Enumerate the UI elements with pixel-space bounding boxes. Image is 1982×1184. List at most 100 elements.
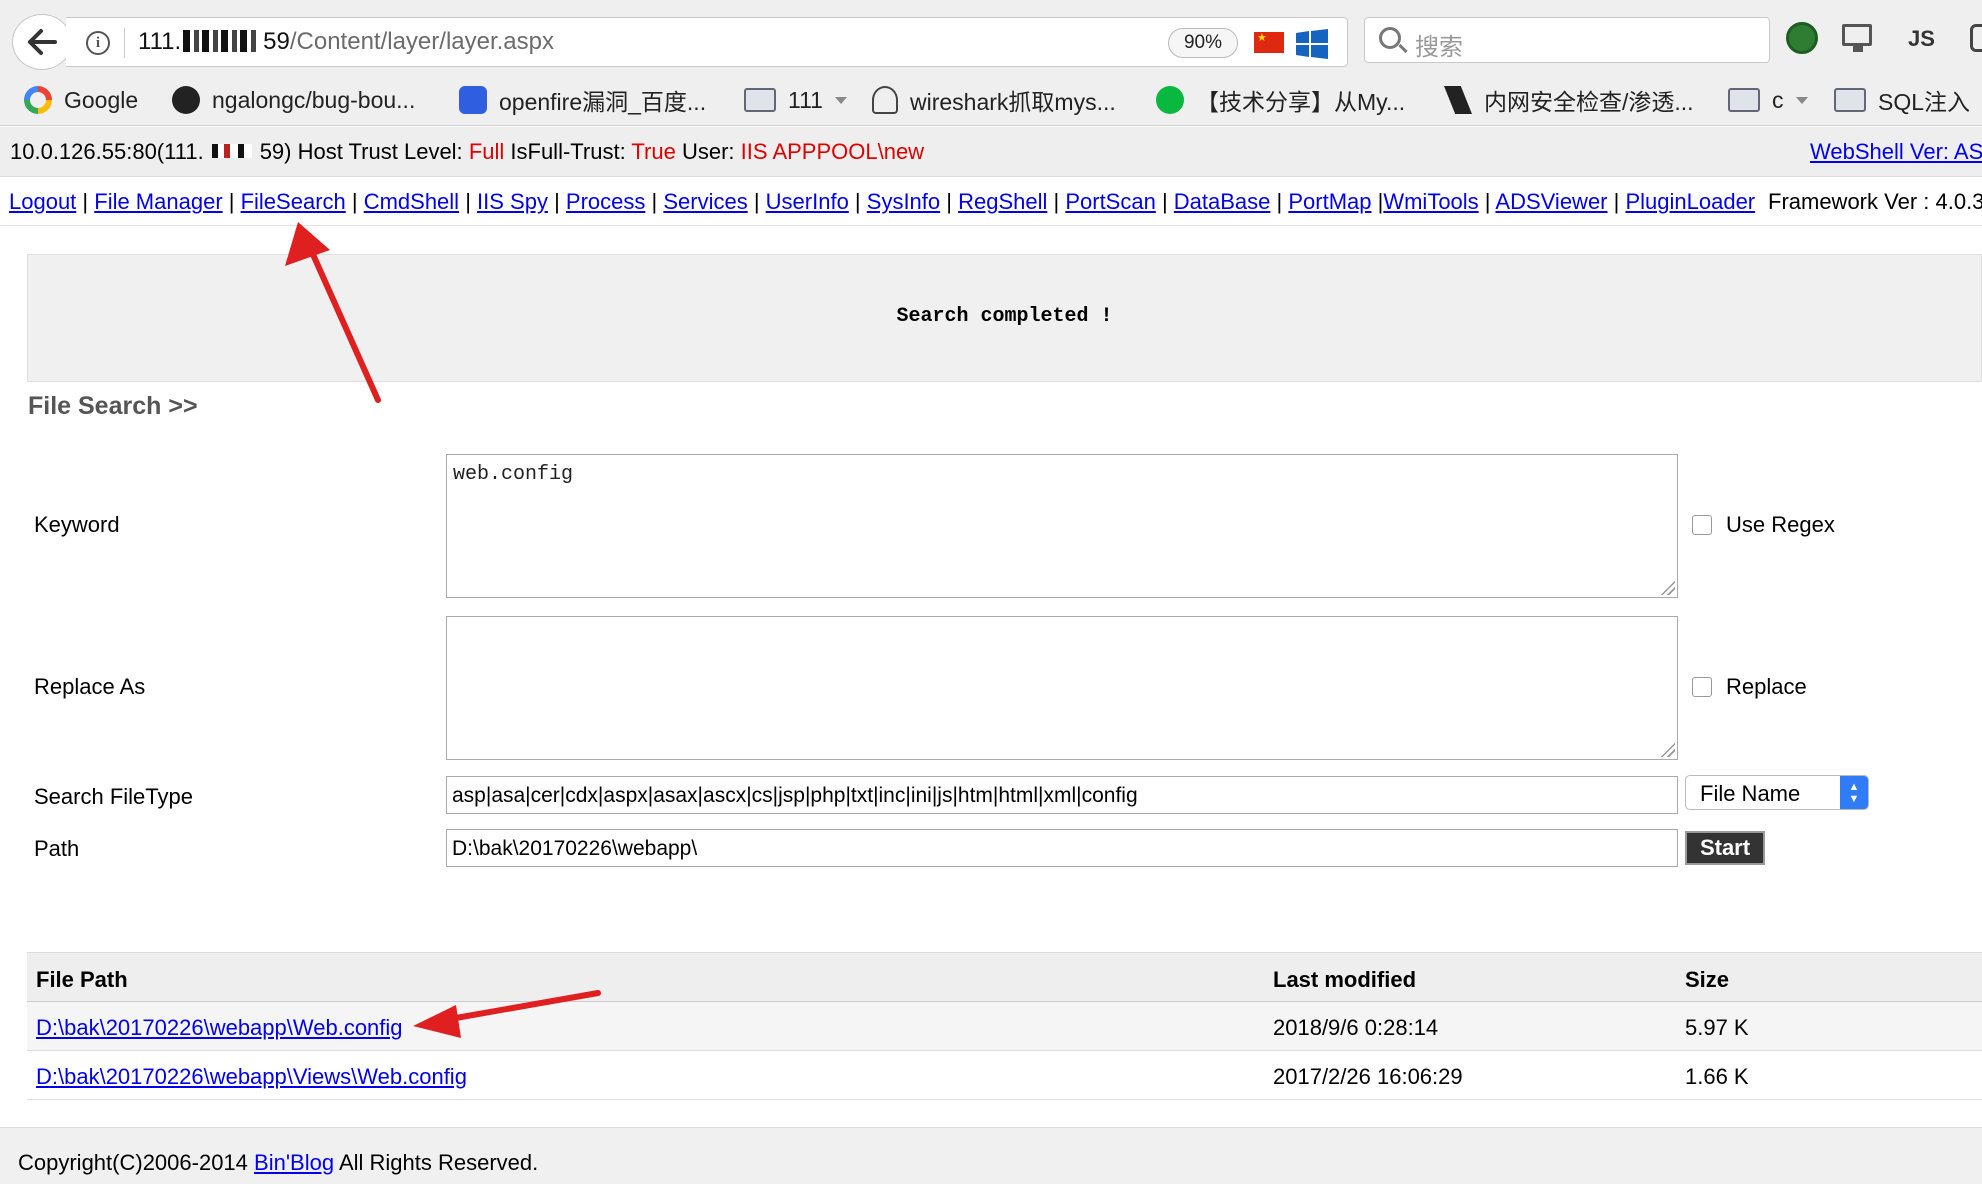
menu-sysinfo[interactable]: SysInfo (867, 189, 940, 214)
menu-cmdshell[interactable]: CmdShell (364, 189, 459, 214)
url-text[interactable]: 111. 59/Content/layer/layer.aspx (138, 28, 554, 56)
bookmark-label: openfire漏洞_百度... (499, 89, 707, 115)
filetype-label: Search FileType (34, 784, 193, 809)
url-path: /Content/layer/layer.aspx (289, 28, 554, 55)
trust-level-value: Full (468, 139, 505, 164)
address-bar[interactable]: i 111.59/Content/layer/layer.aspx 90% ↻ (66, 17, 1387, 67)
section-title: File Search >> (28, 392, 198, 420)
search-placeholder: 搜索 (1415, 34, 1463, 61)
menu-userinfo[interactable]: UserInfo (766, 189, 849, 214)
menu-pluginloader[interactable]: PluginLoader (1625, 189, 1755, 214)
folder-icon (1728, 88, 1760, 112)
bookmark-folder-111[interactable]: 111 (744, 82, 847, 118)
path-value: D:\bak\20170226\webapp\ (452, 837, 698, 860)
windows-icon[interactable] (1296, 29, 1328, 59)
match-mode-value: File Name (1700, 781, 1801, 806)
bookmark-folder-c[interactable]: c (1728, 82, 1808, 118)
keyword-label: Keyword (34, 512, 120, 537)
replace-option[interactable]: Replace (1692, 674, 1807, 700)
menu-process[interactable]: Process (566, 189, 645, 214)
bookmark-wechat[interactable]: 【技术分享】从My... (1156, 82, 1405, 118)
header-size: Size (1685, 967, 1730, 992)
redacted-host (183, 30, 260, 52)
url-prefix: 111. (138, 28, 182, 55)
bookmark-baidu[interactable]: openfire漏洞_百度... (459, 82, 706, 118)
bookmark-label: Google (64, 86, 139, 113)
replace-check-label: Replace (1726, 674, 1807, 699)
filetype-input[interactable]: asp|asa|cer|cdx|aspx|asax|ascx|cs|jsp|ph… (446, 776, 1678, 814)
menu-file-manager[interactable]: File Manager (94, 189, 222, 214)
bookmark-label: 【技术分享】从My... (1196, 89, 1406, 115)
replace-textarea[interactable] (446, 616, 1678, 760)
site-info-icon[interactable]: i (86, 31, 110, 55)
use-regex-checkbox[interactable] (1692, 515, 1712, 535)
menu-iis-spy[interactable]: IIS Spy (477, 189, 548, 214)
back-arrow-icon (28, 29, 57, 55)
match-mode-select[interactable]: File Name ▲ ▼ (1685, 775, 1869, 810)
header-last-modified: Last modified (1273, 967, 1417, 992)
chevron-down-icon (834, 96, 847, 104)
modified-cell: 2018/9/6 0:28:14 (1273, 1015, 1439, 1040)
webshell-version-link[interactable]: WebShell Ver: AS (1810, 139, 1982, 165)
table-row: D:\bak\20170226\webapp\Views\Web.config … (27, 1051, 1982, 1100)
browser-toolbar: i 111.59/Content/layer/layer.aspx 90% ↻ … (0, 0, 1982, 76)
table-row: D:\bak\20170226\webapp\Web.config 2018/9… (27, 1002, 1982, 1051)
monitor-extension-icon[interactable] (1842, 24, 1872, 52)
bookmark-github[interactable]: ngalongc/bug-bou... (172, 82, 415, 118)
path-input[interactable]: D:\bak\20170226\webapp\ (446, 829, 1678, 867)
file-path-link[interactable]: D:\bak\20170226\webapp\Views\Web.config (36, 1064, 467, 1089)
slash-icon (1444, 86, 1472, 114)
host-address-tail: 59) (259, 139, 292, 164)
user-value: IIS APPPOOL\new (740, 139, 925, 164)
trust-level-label: Host Trust Level: (297, 139, 463, 164)
blog-link[interactable]: Bin'Blog (254, 1150, 334, 1175)
bookmark-label: ngalongc/bug-bou... (212, 86, 416, 113)
status-panel: Search completed ! (27, 254, 1982, 382)
folder-icon (1834, 88, 1866, 112)
bookmark-label: c (1772, 86, 1784, 113)
bookmark-label: 111 (788, 86, 823, 113)
menu-database[interactable]: DataBase (1174, 189, 1271, 214)
replace-checkbox[interactable] (1692, 677, 1712, 697)
bookmark-wireshark[interactable]: wireshark抓取mys... (872, 82, 1116, 118)
back-button[interactable] (12, 14, 72, 70)
file-path-cell: D:\bak\20170226\webapp\Views\Web.config (36, 1064, 467, 1090)
menu-portmap[interactable]: PortMap (1288, 189, 1371, 214)
menu-wmitools[interactable]: WmiTools (1383, 189, 1478, 214)
china-flag-icon[interactable] (1254, 31, 1284, 53)
use-regex-option[interactable]: Use Regex (1692, 512, 1835, 538)
webshell-menu: Logout | File Manager | FileSearch | Cmd… (0, 178, 1982, 226)
bookmark-label: wireshark抓取mys... (910, 89, 1116, 115)
replace-label: Replace As (34, 674, 146, 699)
bookmark-intranet[interactable]: 内网安全检查/渗透... (1444, 82, 1694, 118)
menu-file-search[interactable]: FileSearch (241, 189, 346, 214)
zoom-level[interactable]: 90% (1168, 28, 1238, 58)
bookmark-folder-sql[interactable]: SQL注入 (1834, 82, 1982, 118)
host-info-line: 10.0.126.55:80(111. 59) Host Trust Level:… (10, 139, 924, 165)
host-info-bar: 10.0.126.55:80(111. 59) Host Trust Level:… (0, 127, 1982, 177)
resize-grip-icon[interactable] (1659, 579, 1675, 595)
wechat-icon (1156, 86, 1184, 114)
menu-portscan[interactable]: PortScan (1065, 189, 1156, 214)
keyword-textarea[interactable]: web.config (446, 454, 1678, 598)
path-label: Path (34, 836, 80, 861)
bookmark-google[interactable]: Google (24, 82, 138, 118)
resize-grip-icon[interactable] (1659, 741, 1675, 757)
js-extension-icon[interactable]: JS (1908, 26, 1935, 52)
menu-adsviewer[interactable]: ADSViewer (1495, 189, 1607, 214)
redacted-ip (211, 144, 252, 158)
shield-extension-icon[interactable] (1786, 22, 1818, 54)
github-icon (172, 86, 200, 114)
start-button[interactable]: Start (1685, 831, 1765, 865)
copyright-prefix: Copyright(C)2006-2014 (18, 1150, 248, 1175)
results-table: File Path Last modified Size D:\bak\2017… (27, 952, 1982, 1100)
url-host-tail: 59 (263, 28, 290, 55)
file-path-link[interactable]: D:\bak\20170226\webapp\Web.config (36, 1015, 403, 1040)
size-cell: 1.66 K (1685, 1064, 1749, 1089)
partial-extension-icon[interactable] (1970, 24, 1982, 52)
search-box[interactable]: 搜索 (1364, 17, 1770, 63)
menu-logout[interactable]: Logout (9, 189, 76, 214)
menu-services[interactable]: Services (663, 189, 747, 214)
menu-regshell[interactable]: RegShell (958, 189, 1047, 214)
user-label: User: (681, 139, 735, 164)
